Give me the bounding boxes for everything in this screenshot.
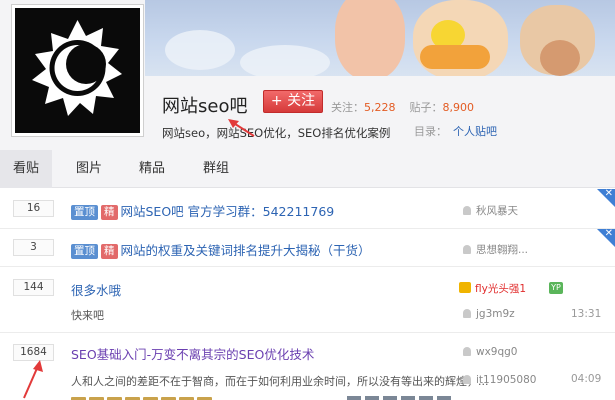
forum-header: 网站seo吧 + 关注 关注：5,228 贴子：8,900 网站seo，网站SEO… (0, 0, 615, 150)
user-icon (463, 309, 471, 318)
forum-stats: 关注：5,228 贴子：8,900 (331, 99, 474, 115)
reply-count: 16 (13, 200, 54, 217)
author-name[interactable]: 秋风暴天 (476, 205, 518, 217)
thread-row[interactable]: 1684 SEO基础入门-万变不离其宗的SEO优化技术 人和人之间的差距不在于智… (0, 333, 615, 400)
thread-author[interactable]: fly光头强1 (459, 281, 526, 296)
vip-crown-icon (459, 282, 471, 293)
tab-groups[interactable]: 群组 (190, 150, 242, 188)
forum-directory: 目录： 个人贴吧 (414, 123, 497, 139)
last-replier-name[interactable]: it11905080 (476, 374, 536, 386)
user-icon (463, 206, 471, 215)
thread-row[interactable]: 3 置顶精网站的权重及关键词排名提升大揭秘（干货） 思想翱翔... ✕ (0, 228, 615, 267)
pinned-tag: 置顶 (71, 244, 98, 259)
reply-count: 1684 (13, 344, 54, 361)
follow-count-label: 关注： (331, 101, 364, 114)
thread-abstract: 快来吧 (71, 309, 104, 322)
close-icon[interactable]: ✕ (605, 228, 613, 240)
last-reply-time: 13:31 (571, 308, 602, 320)
featured-tag: 精 (101, 205, 118, 220)
thread-row[interactable]: 16 置顶精网站SEO吧 官方学习群：542211769 秋风暴天 ✕ (0, 188, 615, 229)
thread-image-strip (71, 393, 215, 400)
close-icon[interactable]: ✕ (605, 188, 613, 200)
pinned-tag: 置顶 (71, 205, 98, 220)
sun-moon-logo-icon (32, 20, 122, 116)
thread-title[interactable]: 置顶精网站的权重及关键词排名提升大揭秘（干货） (71, 240, 371, 259)
forum-description: 网站seo，网站SEO优化，SEO排名优化案例 (162, 126, 391, 140)
tab-view-posts[interactable]: 看贴 (0, 150, 52, 188)
thread-author[interactable]: 秋风暴天 (463, 203, 518, 218)
user-icon (463, 347, 471, 356)
last-replier[interactable]: jg3m9z (463, 308, 515, 320)
post-count-label: 贴子： (409, 101, 443, 114)
last-replier[interactable]: it11905080 (463, 374, 536, 386)
follow-button[interactable]: + 关注 (263, 90, 323, 113)
thread-title[interactable]: 很多水哦 (71, 280, 121, 299)
directory-label: 目录： (414, 125, 447, 138)
user-icon (463, 375, 471, 384)
user-icon (463, 245, 471, 254)
thread-title[interactable]: SEO基础入门-万变不离其宗的SEO优化技术 (71, 344, 314, 363)
last-reply-time: 04:09 (571, 373, 602, 385)
forum-title[interactable]: 网站seo吧 (162, 92, 247, 118)
author-name[interactable]: 思想翱翔... (476, 244, 528, 256)
thread-author[interactable]: 思想翱翔... (463, 242, 528, 257)
forum-tabs: 看贴 图片 精品 群组 (0, 150, 615, 188)
featured-tag: 精 (101, 244, 118, 259)
tab-images[interactable]: 图片 (64, 150, 114, 188)
thread-row[interactable]: 144 很多水哦 快来吧 fly光头强1 YP jg3m9z 13:31 (0, 267, 615, 333)
member-badge: YP (549, 282, 563, 294)
directory-link[interactable]: 个人贴吧 (453, 125, 497, 138)
thread-abstract: 人和人之间的差距不在于智商，而在于如何利用业余时间，所以没有等出来的辉煌，... (71, 375, 489, 388)
author-name[interactable]: fly光头强1 (475, 283, 526, 295)
thread-title[interactable]: 置顶精网站SEO吧 官方学习群：542211769 (71, 201, 334, 220)
author-name[interactable]: wx9qg0 (476, 346, 518, 358)
post-count: 8,900 (442, 101, 475, 114)
reply-count: 3 (13, 239, 54, 256)
thread-author[interactable]: wx9qg0 (463, 346, 518, 358)
banner-image (145, 0, 615, 76)
forum-logo[interactable] (12, 5, 143, 136)
thread-title-text[interactable]: 网站SEO吧 官方学习群：542211769 (121, 204, 335, 219)
thread-thumbnails[interactable] (347, 393, 455, 400)
last-replier-name[interactable]: jg3m9z (476, 308, 515, 320)
thread-title-text[interactable]: 网站的权重及关键词排名提升大揭秘（干货） (121, 243, 371, 258)
tab-featured[interactable]: 精品 (126, 150, 178, 188)
follow-count: 5,228 (364, 101, 396, 114)
reply-count: 144 (13, 279, 54, 296)
